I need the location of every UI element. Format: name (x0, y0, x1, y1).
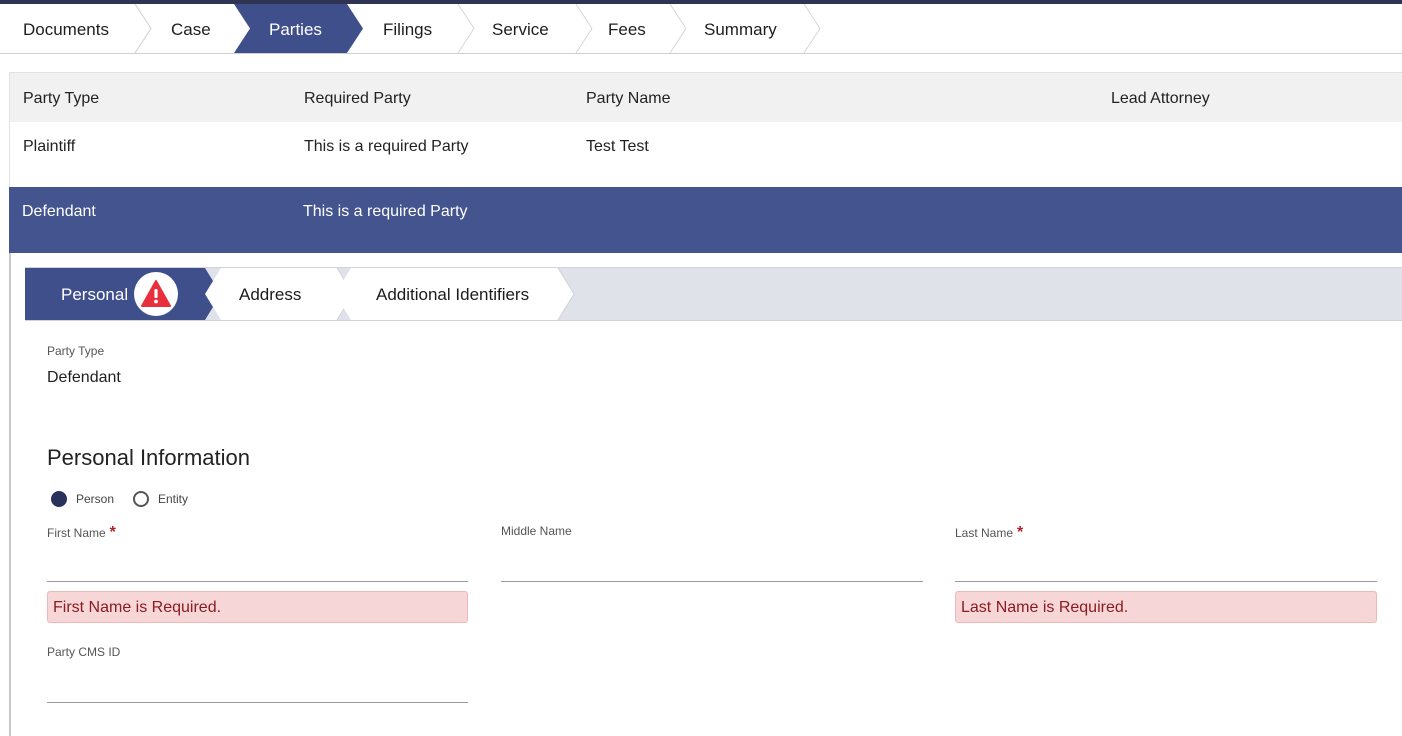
last-name-label-text: Last Name (955, 526, 1014, 540)
tab-additional-identifiers[interactable]: Additional Identifiers (335, 268, 575, 320)
last-name-error-text: Last Name is Required. (961, 599, 1129, 616)
middle-name-underline (501, 581, 923, 582)
step-filings[interactable]: Filings (364, 4, 475, 53)
required-asterisk-icon: * (109, 524, 116, 541)
step-separator-icon (457, 4, 475, 53)
step-filings-label: Filings (383, 20, 433, 39)
radio-unselected-icon (133, 491, 149, 507)
party-cms-id-underline (47, 702, 468, 703)
middle-name-label: Middle Name (501, 524, 572, 538)
tab-personal[interactable]: Personal (25, 268, 225, 320)
table-row-plaintiff[interactable]: Plaintiff This is a required Party Test … (9, 122, 1402, 187)
first-name-label: First Name * (47, 524, 116, 542)
first-name-error: First Name is Required. (47, 591, 468, 623)
first-name-input[interactable] (47, 555, 467, 579)
last-name-input[interactable] (955, 555, 1375, 579)
step-fees[interactable]: Fees (589, 4, 687, 53)
step-navigation: Documents Case Parties Filings Service F… (0, 4, 1402, 54)
party-cms-id-input[interactable] (47, 676, 467, 700)
step-summary-label: Summary (704, 20, 777, 39)
step-parties[interactable]: Parties (234, 4, 364, 53)
step-separator-icon (803, 4, 821, 53)
party-detail-panel: Personal Address Additional Identifiers … (9, 253, 1402, 736)
column-header-required-party: Required Party (304, 90, 411, 107)
step-summary[interactable]: Summary (684, 4, 824, 53)
personal-information-heading: Personal Information (47, 445, 250, 470)
tab-personal-label: Personal (61, 285, 129, 304)
first-name-label-text: First Name (47, 526, 106, 540)
first-name-underline (47, 581, 468, 582)
warning-icon (141, 280, 171, 307)
radio-entity-label: Entity (158, 492, 189, 506)
radio-person-label: Person (76, 492, 115, 506)
validation-warning-badge (134, 272, 178, 316)
tab-address-label: Address (239, 285, 302, 304)
step-parties-label: Parties (269, 20, 322, 39)
step-fees-label: Fees (608, 20, 646, 39)
step-service-label: Service (492, 20, 549, 39)
table-row-defendant-selected[interactable]: Defendant This is a required Party (9, 187, 1402, 254)
last-name-error: Last Name is Required. (955, 591, 1377, 623)
step-case-label: Case (171, 20, 211, 39)
cell-party-type: Defendant (22, 203, 96, 220)
middle-name-input[interactable] (501, 555, 921, 579)
step-separator-icon (134, 4, 152, 53)
party-detail-tabs: Personal Address Additional Identifiers (25, 267, 1402, 321)
table-header-row: Party Type Required Party Party Name Lea… (9, 72, 1402, 123)
cell-required-party: This is a required Party (304, 138, 469, 155)
step-case[interactable]: Case (150, 4, 240, 53)
first-name-error-text: First Name is Required. (53, 599, 222, 616)
party-type-value: Defendant (47, 369, 121, 386)
step-service[interactable]: Service (474, 4, 593, 53)
cell-required-party: This is a required Party (303, 203, 468, 220)
detail-left-border (9, 253, 11, 736)
column-header-party-type: Party Type (23, 90, 100, 107)
last-name-underline (955, 581, 1377, 582)
cell-party-type: Plaintiff (23, 138, 76, 155)
tab-address[interactable]: Address (205, 268, 355, 320)
cell-party-name: Test Test (586, 138, 649, 155)
party-type-label: Party Type (47, 344, 105, 358)
radio-selected-icon (51, 491, 67, 507)
required-asterisk-icon: * (1017, 524, 1024, 541)
step-documents-label: Documents (23, 20, 109, 39)
party-cms-id-label: Party CMS ID (47, 645, 121, 659)
last-name-label: Last Name * (955, 524, 1023, 542)
column-header-lead-attorney: Lead Attorney (1111, 90, 1210, 107)
column-header-party-name: Party Name (586, 90, 671, 107)
tab-additional-identifiers-label: Additional Identifiers (376, 285, 530, 304)
step-documents[interactable]: Documents (0, 4, 152, 53)
